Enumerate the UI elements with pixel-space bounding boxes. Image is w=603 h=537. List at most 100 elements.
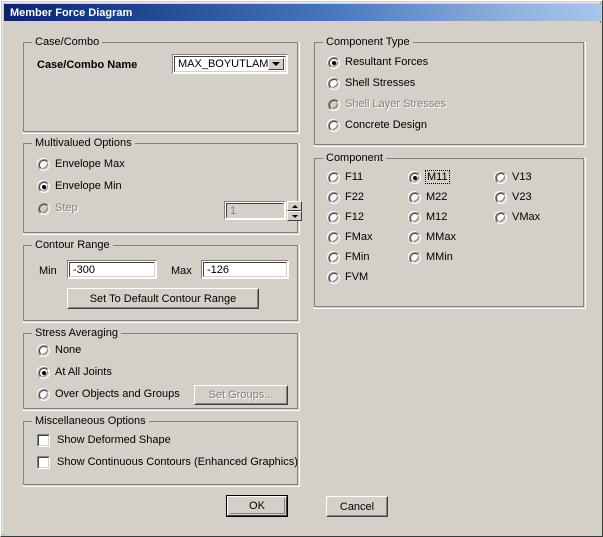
radio-indicator-icon [37, 180, 50, 193]
radio-envelope-min-label: Envelope Min [55, 180, 122, 192]
radio-indicator-icon [327, 56, 340, 69]
radio-component-fvm-label: FVM [345, 271, 369, 283]
radio-component-v13[interactable]: V13 [494, 171, 532, 184]
chevron-down-icon[interactable] [268, 58, 284, 70]
radio-step: Step [37, 202, 78, 215]
case-combo-dropdown[interactable]: MAX_BOYUTLAMA [172, 54, 288, 74]
radio-component-m22[interactable]: M22 [408, 191, 448, 204]
title-bar[interactable]: Member Force Diagram [4, 4, 601, 21]
group-contour-range: Contour Range [23, 239, 300, 323]
ok-button-label: OK [249, 500, 265, 512]
radio-component-fvm[interactable]: FVM [327, 271, 369, 284]
contour-min-input[interactable]: -300 [67, 260, 157, 279]
ok-button[interactable]: OK [226, 495, 288, 517]
radio-averaging-over-objects-and-groups-label: Over Objects and Groups [55, 388, 180, 400]
radio-indicator-icon [327, 119, 340, 132]
radio-component-m12[interactable]: M12 [408, 211, 448, 224]
step-spinner-up-button[interactable] [287, 201, 302, 211]
radio-indicator-icon [37, 158, 50, 171]
radio-indicator-icon [327, 191, 340, 204]
radio-component-f12[interactable]: F12 [327, 211, 364, 224]
radio-resultant-forces[interactable]: Resultant Forces [327, 56, 428, 69]
group-contour-range-title: Contour Range [32, 239, 113, 251]
radio-indicator-icon [408, 171, 421, 184]
contour-min-value: -300 [73, 263, 96, 276]
group-component-title: Component [323, 152, 386, 164]
step-spinner[interactable] [287, 201, 302, 221]
radio-indicator-icon [408, 231, 421, 244]
checkbox-indicator-icon [37, 434, 50, 447]
set-default-contour-range-button[interactable]: Set To Default Contour Range [67, 288, 259, 309]
radio-indicator-icon [494, 171, 507, 184]
checkbox-indicator-icon [37, 456, 50, 469]
radio-component-fmax-label: FMax [345, 231, 373, 243]
triangle-down-icon [291, 214, 298, 218]
group-component-type-title: Component Type [323, 36, 413, 48]
radio-component-mmin[interactable]: MMin [408, 251, 453, 264]
radio-component-fmin[interactable]: FMin [327, 251, 370, 264]
radio-shell-stresses[interactable]: Shell Stresses [327, 77, 416, 90]
radio-indicator-icon [37, 344, 50, 357]
radio-indicator-icon [408, 251, 421, 264]
step-value-input-inner: 1 [226, 203, 284, 218]
radio-indicator-icon [327, 171, 340, 184]
radio-component-fmax[interactable]: FMax [327, 231, 373, 244]
step-spinner-down-button[interactable] [287, 211, 302, 221]
radio-component-mmax-label: MMax [426, 231, 456, 243]
contour-max-input-inner: -126 [203, 262, 287, 277]
radio-indicator-icon [408, 191, 421, 204]
radio-component-f22[interactable]: F22 [327, 191, 364, 204]
radio-indicator-icon [494, 191, 507, 204]
case-combo-dropdown-inner: MAX_BOYUTLAMA [174, 56, 286, 72]
radio-indicator-icon [327, 211, 340, 224]
group-stress-averaging-title: Stress Averaging [32, 327, 121, 339]
radio-shell-stresses-label: Shell Stresses [345, 77, 416, 89]
radio-averaging-none[interactable]: None [37, 344, 82, 357]
radio-component-mmin-label: MMin [426, 251, 453, 263]
set-default-contour-range-label: Set To Default Contour Range [89, 292, 237, 305]
radio-indicator-icon [494, 211, 507, 224]
contour-max-value: -126 [207, 263, 230, 276]
radio-component-m22-label: M22 [426, 191, 448, 203]
radio-component-f11-label: F11 [345, 171, 364, 183]
triangle-up-icon [291, 204, 298, 208]
window-title: Member Force Diagram [10, 6, 133, 19]
group-case-combo-title: Case/Combo [32, 36, 103, 48]
radio-component-mmax[interactable]: MMax [408, 231, 456, 244]
step-value-input: 1 [224, 201, 286, 220]
contour-min-input-inner: -300 [69, 262, 155, 277]
group-multivalued-options-title: Multivalued Options [32, 137, 135, 149]
radio-averaging-over-objects-and-groups[interactable]: Over Objects and Groups [37, 388, 180, 401]
contour-max-input[interactable]: -126 [201, 260, 289, 279]
radio-component-fmin-label: FMin [345, 251, 370, 263]
set-groups-label: Set Groups... [208, 389, 274, 401]
radio-averaging-at-all-joints[interactable]: At All Joints [37, 366, 112, 379]
group-miscellaneous-options-title: Miscellaneous Options [32, 415, 149, 427]
radio-indicator-icon [37, 202, 50, 215]
set-groups-button: Set Groups... [194, 385, 288, 405]
radio-component-m12-label: M12 [426, 211, 448, 223]
radio-averaging-none-label: None [55, 344, 82, 356]
dialog-client-area: Case/Combo Case/Combo Name MAX_BOYUTLAMA… [4, 23, 601, 535]
radio-component-m11[interactable]: M11 [408, 170, 450, 184]
radio-indicator-icon [327, 77, 340, 90]
radio-step-label: Step [55, 202, 78, 214]
radio-component-vmax[interactable]: VMax [494, 211, 541, 224]
case-combo-name-label: Case/Combo Name [37, 59, 138, 71]
checkbox-show-continuous-contours[interactable]: Show Continuous Contours (Enhanced Graph… [37, 456, 298, 469]
radio-envelope-max[interactable]: Envelope Max [37, 158, 125, 171]
checkbox-show-continuous-contours-label: Show Continuous Contours (Enhanced Graph… [57, 456, 298, 468]
radio-component-v23[interactable]: V23 [494, 191, 532, 204]
radio-indicator-icon [327, 231, 340, 244]
radio-envelope-min[interactable]: Envelope Min [37, 180, 122, 193]
radio-shell-layer-stresses-label: Shell Layer Stresses [345, 98, 446, 110]
radio-component-f11[interactable]: F11 [327, 171, 364, 184]
radio-indicator-icon [327, 98, 340, 111]
radio-component-v13-label: V13 [512, 171, 532, 183]
checkbox-show-deformed-shape[interactable]: Show Deformed Shape [37, 434, 171, 447]
radio-shell-layer-stresses: Shell Layer Stresses [327, 98, 446, 111]
radio-component-vmax-label: VMax [512, 211, 541, 223]
radio-concrete-design[interactable]: Concrete Design [327, 119, 427, 132]
cancel-button[interactable]: Cancel [326, 496, 388, 517]
radio-component-f22-label: F22 [345, 191, 364, 203]
